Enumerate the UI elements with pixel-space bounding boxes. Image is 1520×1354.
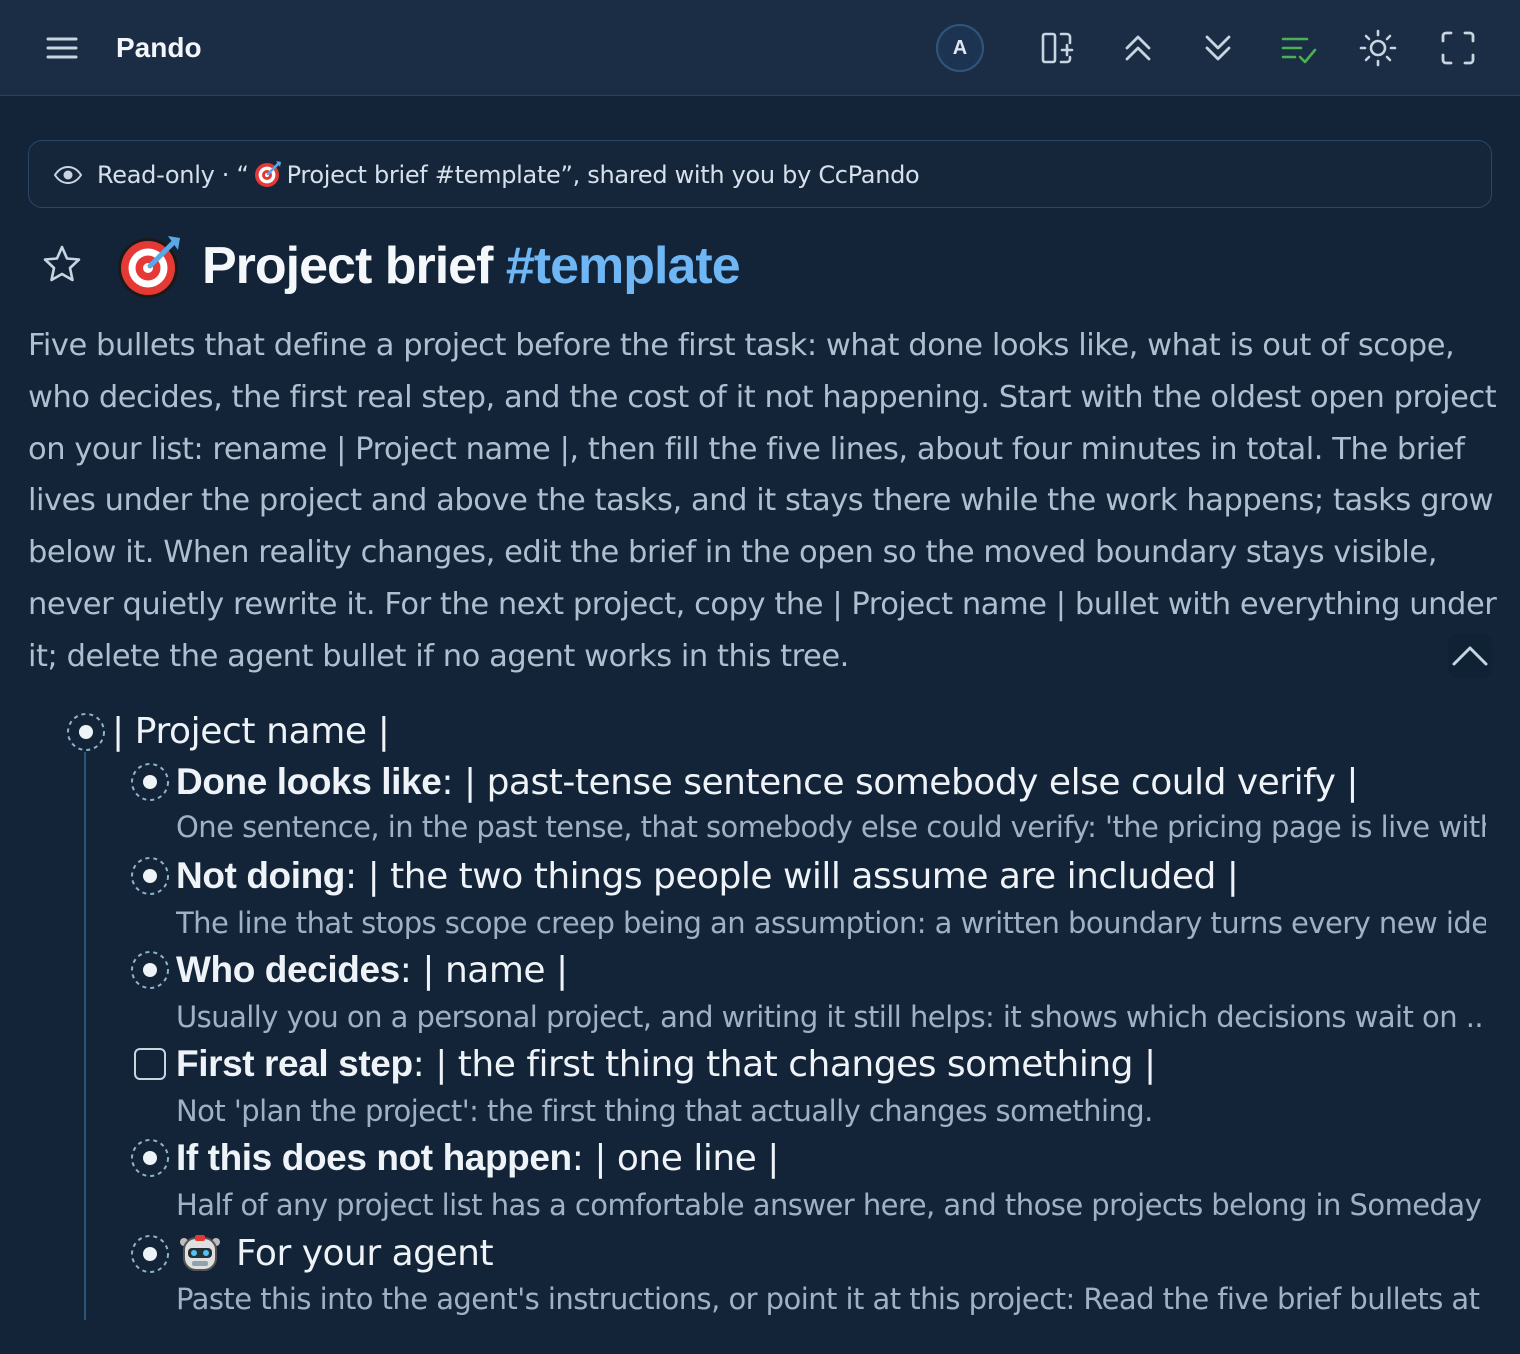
outline-item[interactable]: Not doing: | the two things people will … [176,853,1239,899]
item-label: Not doing [176,855,346,896]
bullet-icon[interactable] [130,762,170,802]
item-note[interactable]: One sentence, in the past tense, that so… [176,807,1486,847]
bullet-icon[interactable] [66,712,106,752]
item-note[interactable]: Not 'plan the project': the first thing … [176,1091,1486,1131]
bullet-icon[interactable] [130,1234,170,1274]
bullet-icon[interactable] [130,856,170,896]
banner-text: Read-only · “ Project brief #template”, … [97,141,920,209]
target-emoji-icon [253,147,283,187]
top-bar: Pando A [0,0,1520,96]
item-label: First real step [176,1043,413,1084]
item-note[interactable]: Paste this into the agent's instructions… [176,1279,1486,1319]
item-note[interactable]: Half of any project list has a comfortab… [176,1185,1486,1225]
item-label: Done looks like [176,761,442,802]
collapse-description-button[interactable] [1448,634,1492,678]
outline-root-item[interactable]: | Project name | [112,708,390,756]
read-only-banner: Read-only · “ Project brief #template”, … [28,140,1492,208]
item-note[interactable]: The line that stops scope creep being an… [176,903,1486,943]
fullscreen-icon[interactable] [1436,26,1480,70]
star-icon[interactable] [40,242,84,286]
item-text: For your agent [236,1233,494,1274]
bullet-icon[interactable] [130,950,170,990]
banner-prefix: Read-only · “ [97,161,249,189]
banner-suffix: ”, shared with you by CcPando [560,161,920,189]
page-title: Project brief #template [202,232,741,300]
checklist-icon[interactable] [1276,26,1320,70]
page-title-text: Project brief [202,237,493,295]
outline-item[interactable]: If this does not happen: | one line | [176,1135,779,1181]
target-emoji-icon [116,232,184,300]
expand-all-icon[interactable] [1196,26,1240,70]
item-text: : | name | [399,950,568,991]
page-tag[interactable]: #template [506,237,741,295]
eye-icon [53,163,83,187]
item-text: : | the two things people will assume ar… [345,856,1239,897]
banner-doc-name[interactable]: Project brief #template [287,161,561,189]
item-text: : | the first thing that changes somethi… [412,1044,1156,1085]
outline-item[interactable]: First real step: | the first thing that … [176,1041,1156,1087]
item-label: Who decides [176,949,400,990]
menu-icon[interactable] [42,28,82,68]
add-panel-icon[interactable] [1036,26,1080,70]
outline-item[interactable]: Done looks like: | past-tense sentence s… [176,759,1359,805]
item-note[interactable]: Usually you on a personal project, and w… [176,997,1486,1037]
item-text: : | one line | [571,1138,780,1179]
robot-emoji-icon [178,1232,222,1276]
item-text: : | past-tense sentence somebody else co… [441,762,1359,803]
theme-sun-icon[interactable] [1356,26,1400,70]
task-checkbox[interactable] [134,1048,166,1080]
page-description: Five bullets that define a project befor… [28,328,1497,674]
outline-item[interactable]: Who decides: | name | [176,947,568,993]
chevron-up-icon [1452,646,1488,666]
item-label: If this does not happen [176,1137,572,1178]
bullet-icon[interactable] [130,1138,170,1178]
outline-item[interactable]: For your agent [236,1231,494,1277]
app-title: Pando [116,32,202,63]
avatar[interactable]: A [936,24,984,72]
outline-guide-line [84,752,86,1320]
collapse-all-icon[interactable] [1116,26,1160,70]
